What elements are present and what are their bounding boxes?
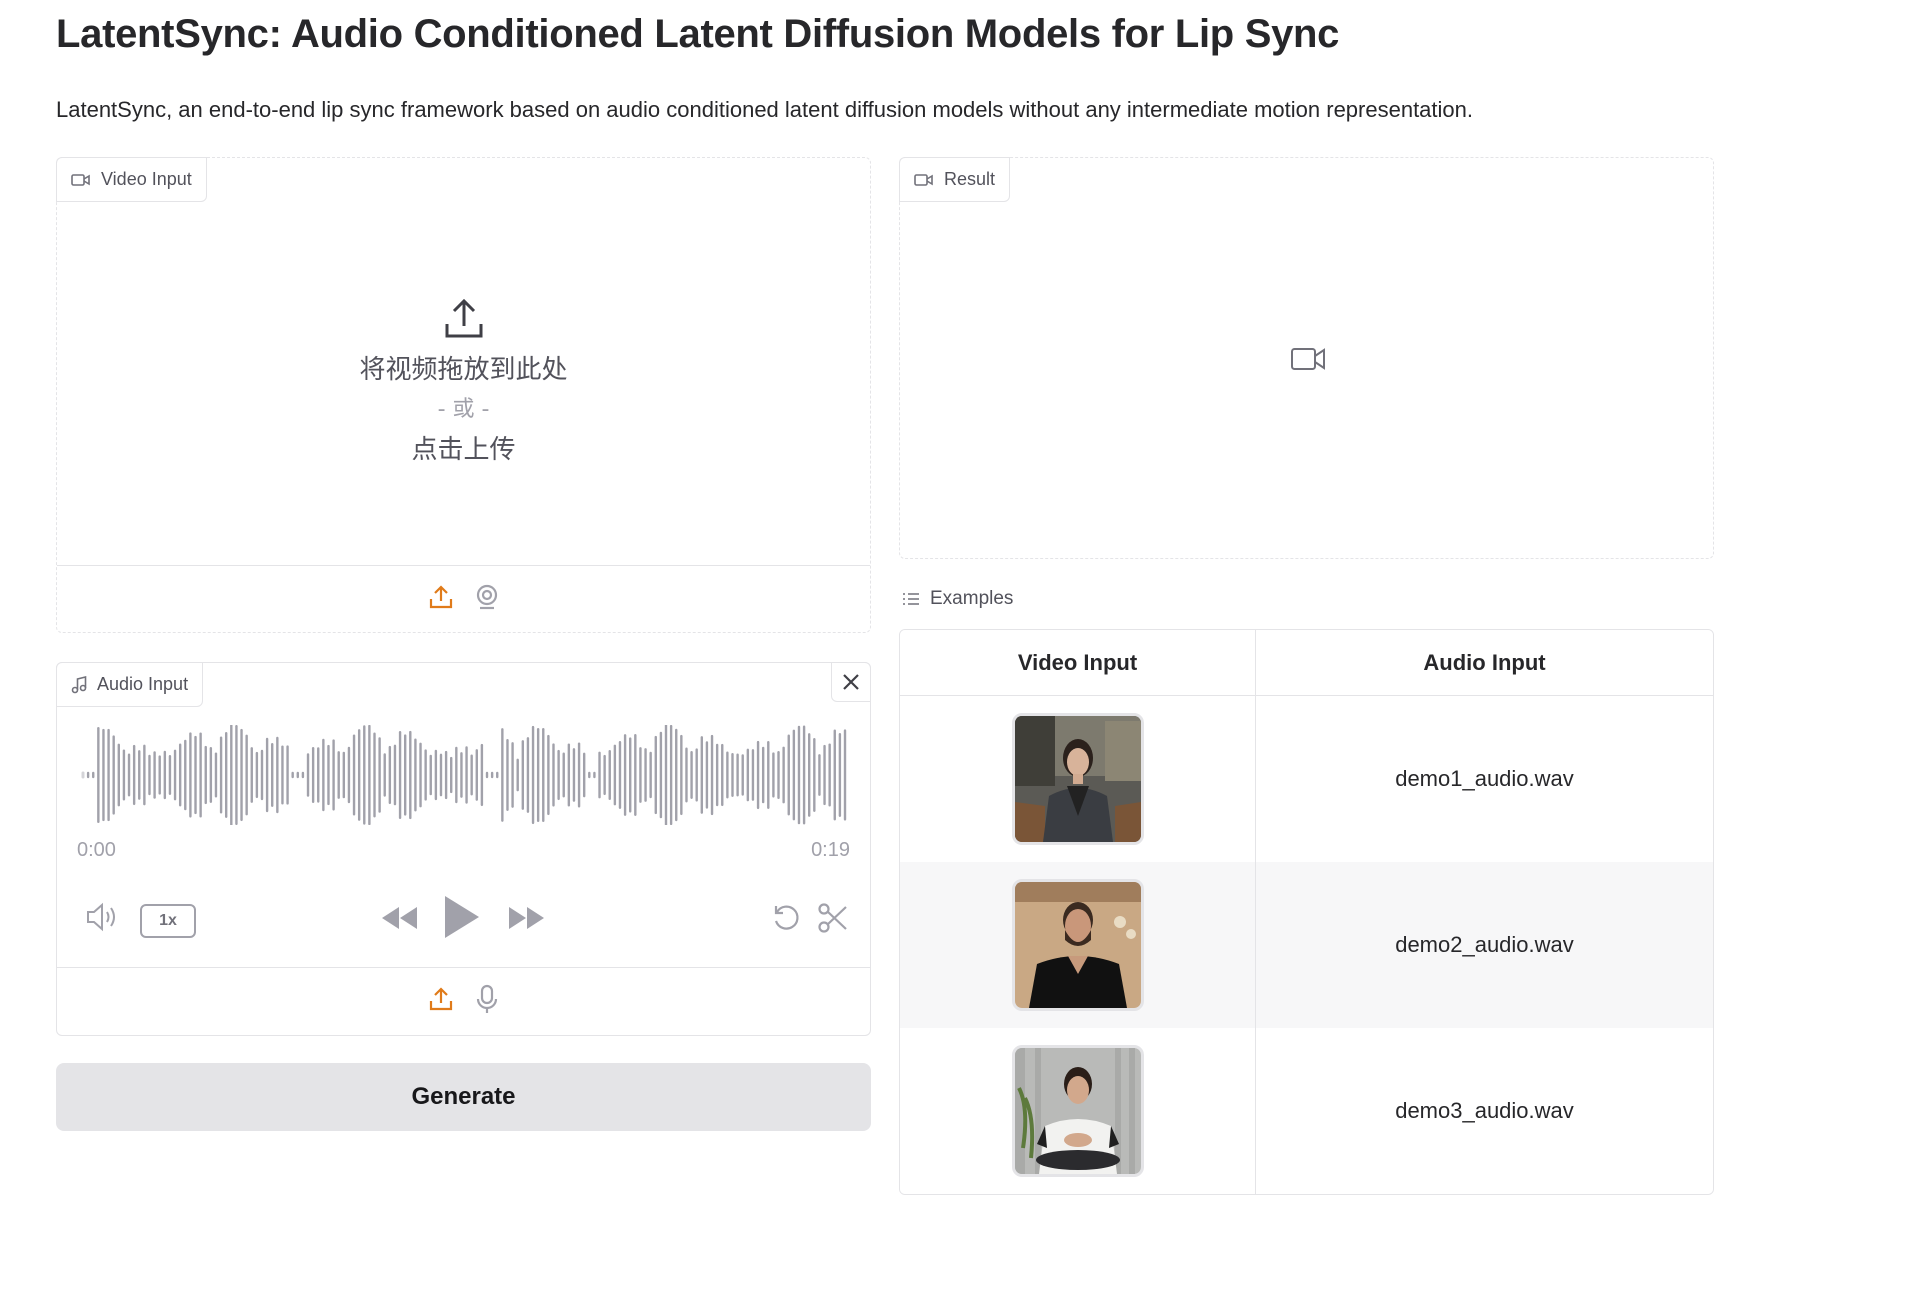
webcam-icon bbox=[476, 584, 497, 609]
rewind-button[interactable] bbox=[379, 904, 419, 932]
examples-label: Examples bbox=[930, 588, 1014, 609]
audio-source-bar bbox=[57, 967, 870, 1035]
man-in-white-tshirt-thumbnail bbox=[1011, 1045, 1144, 1177]
trim-button[interactable] bbox=[817, 902, 849, 934]
video-input-panel: Video Input 将视频拖放到此处 - 或 - 点击上传 bbox=[56, 157, 871, 633]
audio-input-label: Audio Input bbox=[97, 674, 189, 694]
examples-table: Video Input Audio Input demo1_audio.wav … bbox=[899, 629, 1714, 1195]
column-header-audio: Audio Input bbox=[1423, 649, 1546, 675]
video-camera-icon bbox=[1291, 348, 1325, 370]
time-current: 0:00 bbox=[77, 839, 116, 861]
audio-input-label-tab: Audio Input bbox=[56, 662, 204, 707]
playback-rate-button[interactable]: 1x bbox=[140, 904, 196, 938]
fast-forward-button[interactable] bbox=[507, 904, 547, 932]
result-video-panel: Result bbox=[899, 157, 1714, 559]
drop-text: 将视频拖放到此处 bbox=[359, 354, 568, 385]
clear-audio-button[interactable] bbox=[831, 662, 871, 702]
fast-forward-icon bbox=[509, 907, 544, 929]
result-placeholder bbox=[1290, 346, 1326, 377]
examples-body: demo1_audio.wav demo2_audio.wav demo3_au… bbox=[900, 696, 1713, 1194]
video-upload-dropzone[interactable]: 将视频拖放到此处 - 或 - 点击上传 bbox=[57, 158, 870, 566]
or-text: - 或 - bbox=[437, 396, 490, 422]
audio-controls: 1x bbox=[57, 888, 870, 948]
result-label-tab: Result bbox=[899, 157, 1011, 202]
example-audio-cell: demo2_audio.wav bbox=[1395, 932, 1574, 957]
example-row[interactable]: demo2_audio.wav bbox=[900, 862, 1713, 1028]
example-video-cell bbox=[900, 862, 1256, 1028]
page-title: LatentSync: Audio Conditioned Latent Dif… bbox=[56, 12, 1340, 56]
upload-icon bbox=[445, 298, 482, 337]
video-camera-icon bbox=[914, 173, 933, 186]
audio-waveform[interactable] bbox=[79, 725, 849, 825]
microphone-icon bbox=[476, 984, 497, 1013]
music-note-icon bbox=[71, 675, 87, 693]
rewind-icon bbox=[382, 907, 417, 929]
list-icon bbox=[903, 593, 919, 605]
undo-icon bbox=[774, 905, 799, 930]
play-icon bbox=[445, 896, 479, 938]
click-upload-text: 点击上传 bbox=[411, 434, 516, 465]
upload-source-button[interactable] bbox=[428, 986, 454, 1017]
example-video-cell bbox=[900, 696, 1256, 862]
upload-icon bbox=[429, 584, 452, 608]
time-total: 0:19 bbox=[811, 839, 850, 861]
example-row[interactable]: demo1_audio.wav bbox=[900, 696, 1713, 862]
upload-source-button[interactable] bbox=[428, 584, 454, 615]
undo-button[interactable] bbox=[771, 902, 803, 934]
volume-icon bbox=[87, 902, 115, 932]
example-row[interactable]: demo3_audio.wav bbox=[900, 1028, 1713, 1194]
examples-header: Video Input Audio Input bbox=[900, 630, 1713, 696]
bearded-man-in-black-sweater-thumbnail bbox=[1011, 879, 1144, 1011]
scissors-icon bbox=[818, 903, 847, 933]
example-video-cell bbox=[900, 1028, 1256, 1194]
example-audio-cell: demo3_audio.wav bbox=[1395, 1098, 1574, 1123]
video-source-bar bbox=[57, 566, 870, 632]
microphone-source-button[interactable] bbox=[474, 984, 500, 1019]
column-header-video: Video Input bbox=[900, 630, 1256, 695]
example-audio-cell: demo1_audio.wav bbox=[1395, 766, 1574, 791]
result-label: Result bbox=[944, 169, 996, 189]
woman-in-grey-coat-thumbnail bbox=[1011, 713, 1144, 845]
volume-button[interactable] bbox=[85, 902, 123, 932]
audio-input-panel: Audio Input 0:00 0:19 1x bbox=[56, 662, 871, 1036]
page-description: LatentSync, an end-to-end lip sync frame… bbox=[56, 97, 1474, 122]
examples-label-row: Examples bbox=[902, 588, 1013, 610]
close-icon bbox=[843, 674, 859, 690]
webcam-source-button[interactable] bbox=[474, 584, 500, 615]
generate-button[interactable]: Generate bbox=[56, 1063, 871, 1131]
play-button[interactable] bbox=[441, 894, 481, 940]
upload-icon bbox=[429, 987, 452, 1011]
